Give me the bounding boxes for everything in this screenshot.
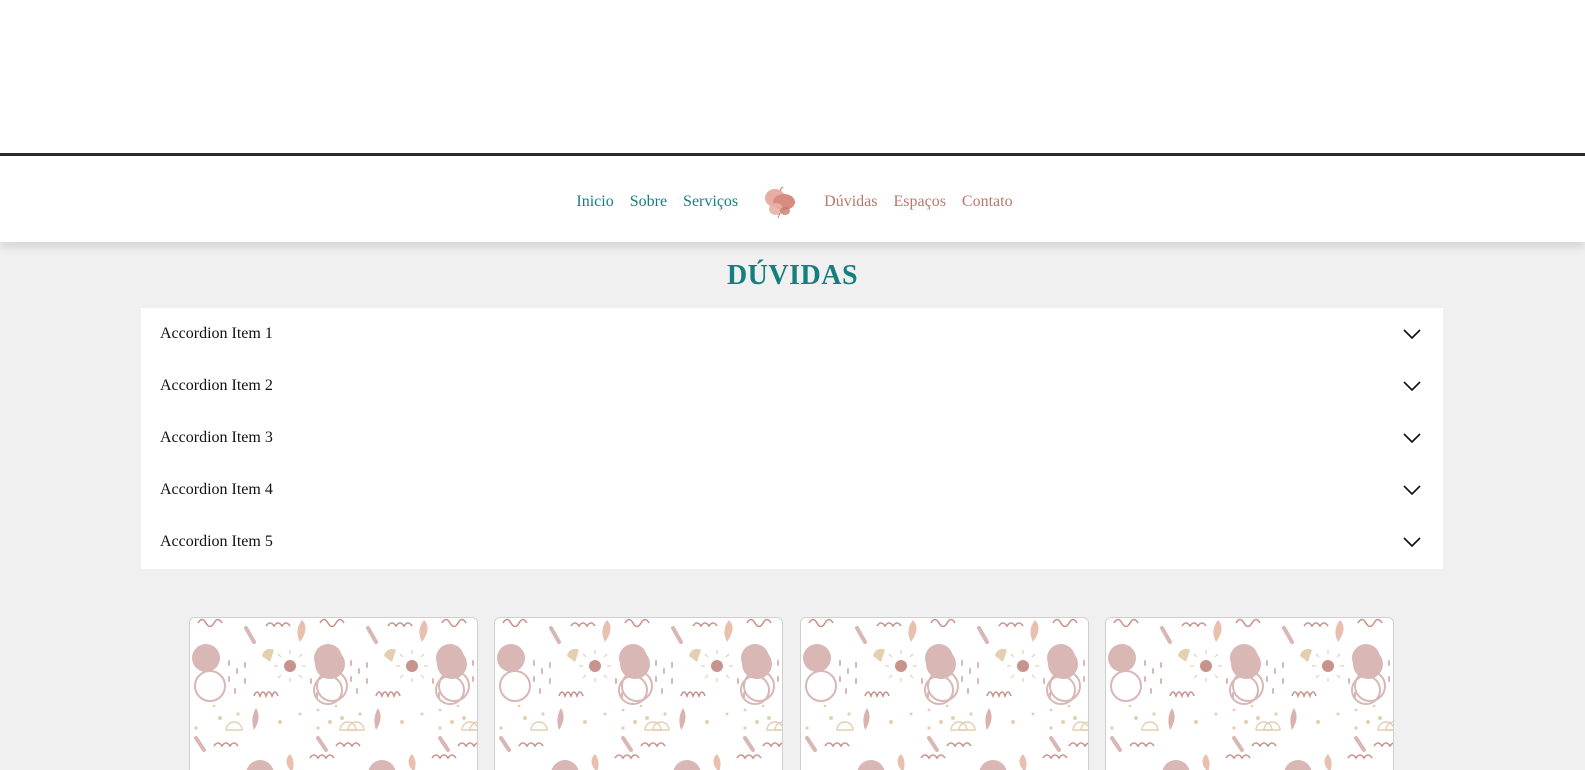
accordion-item-label: Accordion Item 4: [160, 481, 273, 498]
accordion-item-label: Accordion Item 2: [160, 377, 273, 394]
chevron-down-icon: [1403, 433, 1421, 444]
pattern-card-2[interactable]: [494, 617, 783, 770]
card-pattern-image: [190, 618, 477, 770]
accordion-item[interactable]: Accordion Item 1: [141, 308, 1443, 360]
accordion-item-label: Accordion Item 1: [160, 325, 273, 342]
accordion-item[interactable]: Accordion Item 4: [141, 464, 1443, 516]
accordion-item-label: Accordion Item 3: [160, 429, 273, 446]
card-pattern-image: [495, 618, 782, 770]
faq-title: DÚVIDAS: [726, 260, 859, 291]
accordion-item-label: Accordion Item 5: [160, 533, 273, 550]
card-pattern-image: [1106, 618, 1393, 770]
accordion-item[interactable]: Accordion Item 5: [141, 516, 1443, 568]
pattern-card-3[interactable]: [800, 617, 1089, 770]
chevron-down-icon: [1403, 537, 1421, 548]
pattern-card-1[interactable]: [189, 617, 478, 770]
nav-link-inicio[interactable]: Inicio: [576, 192, 613, 212]
nav-link-sobre[interactable]: Sobre: [630, 192, 667, 212]
nav-link-espacos[interactable]: Espaços: [893, 192, 945, 212]
card-pattern-image: [801, 618, 1088, 770]
faq-accordion: Accordion Item 1 Accordion Item 2 Accord…: [141, 308, 1443, 569]
chevron-down-icon: [1403, 381, 1421, 392]
accordion-item[interactable]: Accordion Item 3: [141, 412, 1443, 464]
butterfly-logo-icon[interactable]: [762, 185, 798, 219]
pattern-card-4[interactable]: [1105, 617, 1394, 770]
main-navbar: Inicio Sobre Serviços Dúvidas Espaços Co…: [0, 156, 1585, 242]
nav-link-servicos[interactable]: Serviços: [683, 192, 738, 212]
nav-link-contato[interactable]: Contato: [962, 192, 1013, 212]
chevron-down-icon: [1403, 485, 1421, 496]
top-blank-area: [0, 0, 1585, 154]
card-row: [189, 617, 1395, 770]
accordion-item[interactable]: Accordion Item 2: [141, 360, 1443, 412]
nav-link-duvidas[interactable]: Dúvidas: [824, 192, 877, 212]
chevron-down-icon: [1403, 329, 1421, 340]
